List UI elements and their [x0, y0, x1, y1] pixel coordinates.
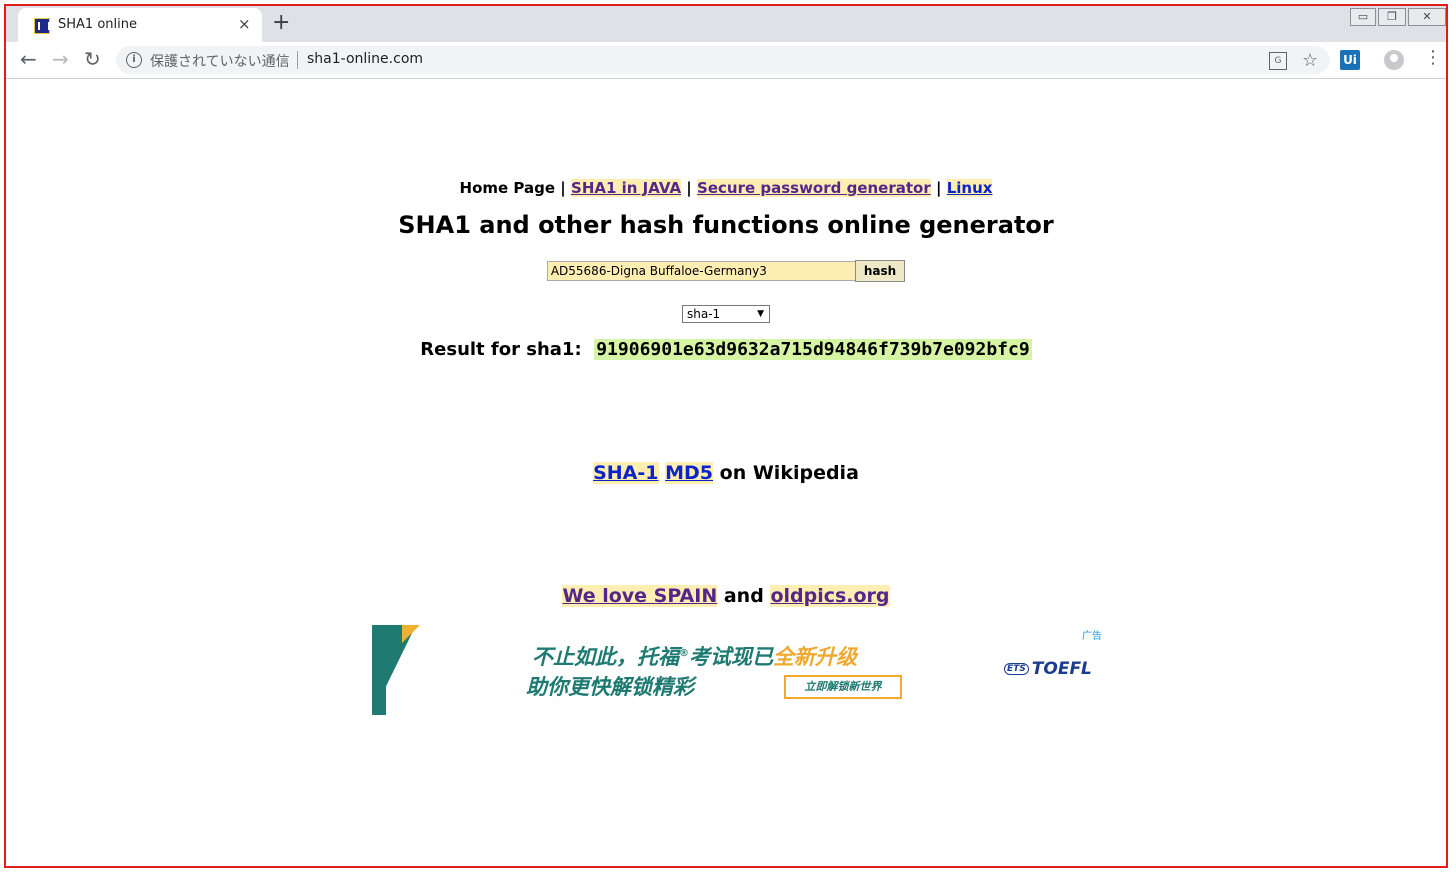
highlight-frame	[4, 4, 1448, 868]
